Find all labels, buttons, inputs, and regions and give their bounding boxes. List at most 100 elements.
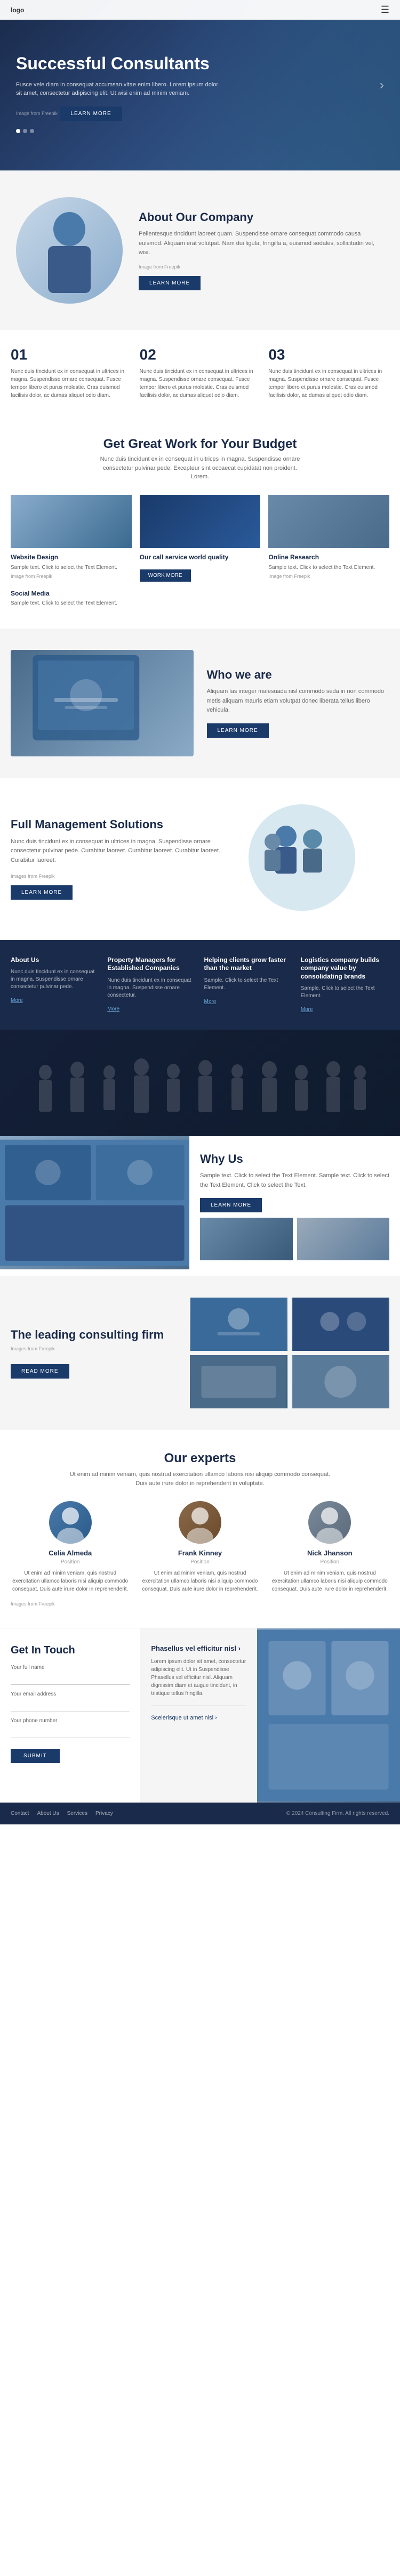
website-design-img-credit: Image from Freepik [11, 574, 132, 579]
leading-firm-image-1 [190, 1298, 287, 1351]
about-company-title: About Our Company [139, 210, 384, 224]
website-design-title: Website Design [11, 553, 132, 561]
footer-link-services[interactable]: Services [67, 1811, 87, 1816]
why-us-small-images [200, 1218, 389, 1260]
git-middle-description: Lorem ipsum dolor sit amet, consectetur … [151, 1658, 246, 1698]
person-illustration [37, 208, 101, 293]
who-we-are-title: Who we are [207, 668, 390, 682]
who-we-are-section: Who we are Aliquam las integer malesuada… [0, 629, 400, 778]
expert-desc-1: Ut enim ad minim veniam, quis nostrud ex… [11, 1569, 130, 1593]
hero-dot-2[interactable] [23, 129, 27, 133]
navbar: logo ☰ [0, 0, 400, 20]
four-cols-section: About Us Nunc duis tincidunt ex in conse… [0, 940, 400, 1030]
hero-dot-3[interactable] [30, 129, 34, 133]
leading-firm-image-3 [190, 1355, 287, 1408]
about-company-image-credit: Image from Freepik [139, 264, 384, 270]
why-us-right: Why Us Sample text. Click to select the … [189, 1136, 400, 1276]
phone-input[interactable] [11, 1726, 130, 1738]
expert-3-illustration [308, 1501, 351, 1544]
hero-next-arrow[interactable]: › [380, 78, 384, 93]
hamburger-menu[interactable]: ☰ [381, 4, 389, 15]
email-input[interactable] [11, 1699, 130, 1711]
leading-firm-title: The leading consulting firm [11, 1328, 177, 1342]
hero-description: Fusce vele diam in consequat accumsan vi… [16, 80, 219, 98]
logo: logo [11, 6, 24, 14]
about-company-section: About Our Company Pellentesque tincidunt… [0, 170, 400, 330]
email-label: Your email address [11, 1691, 130, 1697]
four-col-grow-more[interactable]: More [204, 999, 217, 1005]
footer-link-about[interactable]: About Us [37, 1811, 59, 1816]
get-in-touch-form-area: Get In Touch Your full name Your email a… [0, 1628, 140, 1803]
call-service-image [140, 495, 261, 548]
footer-link-privacy[interactable]: Privacy [95, 1811, 113, 1816]
name-input[interactable] [11, 1673, 130, 1685]
about-company-learn-more-button[interactable]: LEARN MORE [139, 276, 201, 290]
name-label: Your full name [11, 1665, 130, 1670]
expert-1-illustration [49, 1501, 92, 1544]
four-col-logistics-more[interactable]: More [301, 1007, 313, 1013]
website-design-image [11, 495, 132, 548]
leading-firm-read-more-button[interactable]: READ MORE [11, 1364, 69, 1379]
full-management-left: Full Management Solutions Nunc duis tinc… [11, 818, 230, 899]
why-us-learn-more-button[interactable]: LEARN MORE [200, 1198, 262, 1212]
online-research-title: Online Research [268, 553, 389, 561]
four-col-property-more[interactable]: More [107, 1006, 119, 1012]
leading-firm-section: The leading consulting firm Images from … [0, 1276, 400, 1430]
tablet-illustration [11, 650, 194, 756]
full-management-learn-more-button[interactable]: LEARN MORE [11, 885, 73, 900]
office-image-bg [11, 495, 132, 548]
hero-learn-more-button[interactable]: LEARN MORE [60, 107, 122, 121]
website-design-desc: Sample text. Click to select the Text El… [11, 564, 132, 572]
management-group-illustration [243, 799, 361, 916]
col-text-3: Nunc duis tincidunt ex in consequat in u… [268, 368, 389, 400]
four-col-about-desc: Nunc duis tincidunt ex in consequat in m… [11, 968, 99, 991]
why-us-description: Sample text. Click to select the Text El… [200, 1171, 389, 1190]
four-col-property-desc: Nunc duis tincidunt ex in consequat in m… [107, 977, 196, 999]
why-us-small-image-1 [200, 1218, 293, 1260]
four-col-about-more[interactable]: More [11, 998, 23, 1004]
service-card-online-research: Online Research Sample text. Click to se… [268, 495, 389, 582]
expert-title-1: Position [11, 1559, 130, 1565]
who-we-are-learn-more-button[interactable]: LEARN MORE [207, 723, 269, 738]
four-col-logistics-desc: Sample. Click to select the Text Element… [301, 985, 389, 1000]
get-in-touch-illustration [257, 1628, 400, 1803]
expert-card-1: Celia Almeda Position Ut enim ad minim v… [11, 1501, 130, 1593]
col-item-2: 02 Nunc duis tincidunt ex in consequat i… [140, 346, 261, 400]
full-management-img-credit: Images from Freepik [11, 874, 230, 879]
footer: Contact About Us Services Privacy © 2024… [0, 1803, 400, 1824]
full-management-description: Nunc duis tincidunt ex in consequat in u… [11, 837, 230, 866]
col-text-2: Nunc duis tincidunt ex in consequat in u… [140, 368, 261, 400]
footer-link-contact[interactable]: Contact [11, 1811, 29, 1816]
meeting-image-bg [268, 495, 389, 548]
leading-firm-image-4 [292, 1355, 389, 1408]
contact-link[interactable]: Scelerisque ut amet nisl › [151, 1715, 217, 1721]
expert-avatar-3 [308, 1501, 351, 1544]
four-col-property-title: Property Managers for Established Compan… [107, 956, 196, 973]
four-col-grow-desc: Sample. Click to select the Text Element… [204, 977, 293, 992]
social-media-desc: Sample text. Click to select the Text El… [11, 600, 389, 607]
four-col-about-title: About Us [11, 956, 99, 965]
why-us-main-image [0, 1136, 189, 1269]
firm-img-2 [292, 1298, 389, 1351]
full-management-right [243, 799, 389, 919]
call-service-title: Our call service world quality [140, 553, 261, 561]
call-service-work-more-button[interactable]: WORK MORE [140, 569, 191, 582]
online-research-img-credit: Image from Freepik [268, 574, 389, 579]
firm-img-1 [190, 1298, 287, 1351]
why-us-section: Why Us Sample text. Click to select the … [0, 1136, 400, 1276]
phone-label: Your phone number [11, 1718, 130, 1724]
why-us-title: Why Us [200, 1152, 389, 1166]
expert-card-2: Frank Kinney Position Ut enim ad minim v… [140, 1501, 259, 1593]
footer-links: Contact About Us Services Privacy [11, 1811, 113, 1816]
experts-grid: Celia Almeda Position Ut enim ad minim v… [11, 1501, 389, 1593]
leading-firm-img-credit: Images from Freepik [11, 1346, 177, 1351]
git-middle-title[interactable]: Phasellus vel efficitur nisl › [151, 1644, 246, 1652]
firm-img-4 [292, 1355, 389, 1408]
hero-dot-1[interactable] [16, 129, 20, 133]
submit-button[interactable]: SUBMIT [11, 1749, 60, 1763]
leading-firm-image-2 [292, 1298, 389, 1351]
four-col-logistics-title: Logistics company builds company value b… [301, 956, 389, 981]
social-media-content: Social Media Sample text. Click to selec… [11, 590, 389, 607]
firm-img-3 [190, 1355, 287, 1408]
col-num-1: 01 [11, 346, 132, 363]
